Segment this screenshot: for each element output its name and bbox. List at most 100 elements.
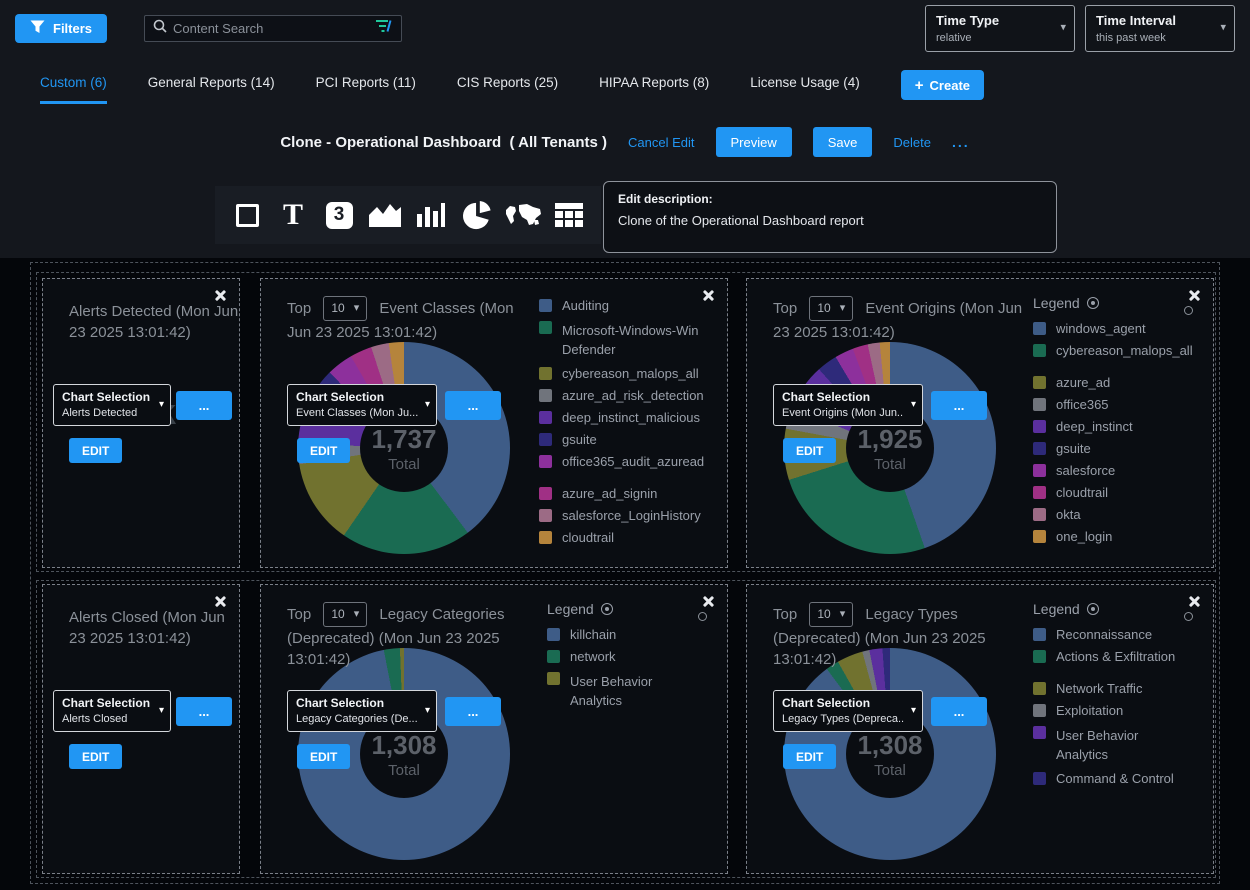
legend-item: office365 [1033,398,1211,412]
legend-item: salesforce_LoginHistory [539,509,725,523]
chart-selection-label: Chart Selection [62,696,162,710]
widget-more-button[interactable]: ... [931,391,987,420]
description-editor[interactable]: Edit description: Clone of the Operation… [603,181,1057,253]
description-label: Edit description: [618,192,1042,206]
chart-selection-dropdown[interactable]: Chart Selection Alerts Detected ▾ [53,384,171,426]
donut-total: 1,925 [857,424,922,455]
donut-total: 1,308 [371,730,436,761]
tab-hipaa-reports[interactable]: HIPAA Reports (8) [599,75,709,101]
chart-selection-dropdown[interactable]: Chart Selection Legacy Categories (De...… [287,690,437,732]
widget-more-button[interactable]: ... [931,697,987,726]
tab-license-usage[interactable]: License Usage (4) [750,75,860,101]
chart-selection-label: Chart Selection [296,390,428,404]
chart-selection-dropdown[interactable]: Chart Selection Alerts Closed ▾ [53,690,171,732]
area-chart-widget-icon[interactable] [363,191,407,239]
legend-info-icon[interactable] [601,603,613,615]
legend-item: killchain [547,628,725,642]
top-count-select[interactable]: 10 ▾ [323,296,367,321]
legend-swatch [547,672,560,685]
time-interval-label: Time Interval [1096,13,1224,28]
edit-button[interactable]: EDIT [297,744,350,769]
map-widget-icon[interactable] [501,191,545,239]
chart-selection-label: Chart Selection [782,696,914,710]
widget-title: Top 10 ▾ Legacy Categories (Deprecated) … [287,603,541,670]
widget-alerts-detected[interactable]: Alerts Detected (Mon Jun 23 2025 13:01:4… [42,278,240,568]
widget-radio-icon[interactable] [1184,612,1193,621]
chart-selection-dropdown[interactable]: Chart Selection Event Classes (Mon Ju...… [287,384,437,426]
advanced-filter-icon[interactable] [375,19,393,38]
more-options-button[interactable]: ... [952,134,970,150]
widget-more-button[interactable]: ... [176,391,232,420]
edit-button[interactable]: EDIT [783,438,836,463]
tab-custom[interactable]: Custom (6) [40,75,107,104]
legend-swatch [1033,464,1046,477]
legend-item: Reconnaissance [1033,628,1211,642]
close-icon[interactable] [702,595,715,608]
widget-alerts-closed[interactable]: Alerts Closed (Mon Jun 23 2025 13:01:42)… [42,584,240,874]
top-label: Top [773,300,797,317]
top-label: Top [773,606,797,623]
chevron-down-icon: ▾ [354,303,360,314]
widget-legacy-types[interactable]: Top 10 ▾ Legacy Types (Deprecated) (Mon … [746,584,1214,874]
legend-info-icon[interactable] [1087,603,1099,615]
filters-button[interactable]: Filters [15,14,107,43]
cancel-edit-link[interactable]: Cancel Edit [628,135,694,150]
widget-radio-icon[interactable] [1184,306,1193,315]
legend-swatch [547,628,560,641]
editor-toolbar: T 3 [0,181,1250,253]
edit-button[interactable]: EDIT [783,744,836,769]
chart-selection-dropdown[interactable]: Chart Selection Legacy Types (Depreca...… [773,690,923,732]
widget-more-button[interactable]: ... [176,697,232,726]
legend-item: cybereason_malops_all [1033,344,1211,358]
container-widget-icon[interactable] [225,191,269,239]
table-widget-icon[interactable] [547,191,591,239]
delete-link[interactable]: Delete [893,135,931,150]
tab-cis-reports[interactable]: CIS Reports (25) [457,75,558,101]
legend-swatch [1033,486,1046,499]
chart-selection-dropdown[interactable]: Chart Selection Event Origins (Mon Jun..… [773,384,923,426]
create-button-label: Create [930,78,970,93]
widget-event-classes[interactable]: Top 10 ▾ Event Classes (Mon Jun 23 2025 … [260,278,728,568]
widget-radio-icon[interactable] [698,612,707,621]
donut-total: 1,737 [371,424,436,455]
create-button[interactable]: + Create [901,70,984,100]
search-input[interactable] [173,21,369,36]
top-count-select[interactable]: 10 ▾ [323,602,367,627]
close-icon[interactable] [214,595,227,608]
close-icon[interactable] [1188,595,1201,608]
number-widget-icon[interactable]: 3 [317,191,361,239]
tab-general-reports[interactable]: General Reports (14) [148,75,275,101]
top-count-select[interactable]: 10 ▾ [809,296,853,321]
content-search-box[interactable] [144,15,402,42]
widget-more-button[interactable]: ... [445,391,501,420]
time-type-select[interactable]: Time Type relative ▾ [925,5,1075,52]
tab-pci-reports[interactable]: PCI Reports (11) [316,75,416,101]
time-type-value: relative [936,32,1064,44]
edit-button[interactable]: EDIT [69,438,122,463]
legend-item: Network Traffic [1033,682,1211,696]
widget-legacy-categories[interactable]: Top 10 ▾ Legacy Categories (Deprecated) … [260,584,728,874]
save-button[interactable]: Save [813,127,873,157]
close-icon[interactable] [702,289,715,302]
widget-event-origins[interactable]: Top 10 ▾ Event Origins (Mon Jun 23 2025 … [746,278,1214,568]
legend-item: salesforce [1033,464,1211,478]
close-icon[interactable] [1188,289,1201,302]
chart-selection-value: Alerts Closed [62,713,154,725]
legend-swatch [539,455,552,468]
legend-swatch [539,389,552,402]
close-icon[interactable] [214,289,227,302]
legend-info-icon[interactable] [1087,297,1099,309]
bar-chart-widget-icon[interactable] [409,191,453,239]
legend-swatch [1033,508,1046,521]
edit-button[interactable]: EDIT [69,744,122,769]
filters-button-label: Filters [53,21,92,36]
pie-chart-widget-icon[interactable] [455,191,499,239]
donut-total: 1,308 [857,730,922,761]
top-count-select[interactable]: 10 ▾ [809,602,853,627]
text-widget-icon[interactable]: T [271,191,315,239]
chart-selection-value: Event Classes (Mon Ju... [296,407,418,419]
edit-button[interactable]: EDIT [297,438,350,463]
preview-button[interactable]: Preview [716,127,792,157]
time-interval-select[interactable]: Time Interval this past week ▾ [1085,5,1235,52]
widget-more-button[interactable]: ... [445,697,501,726]
